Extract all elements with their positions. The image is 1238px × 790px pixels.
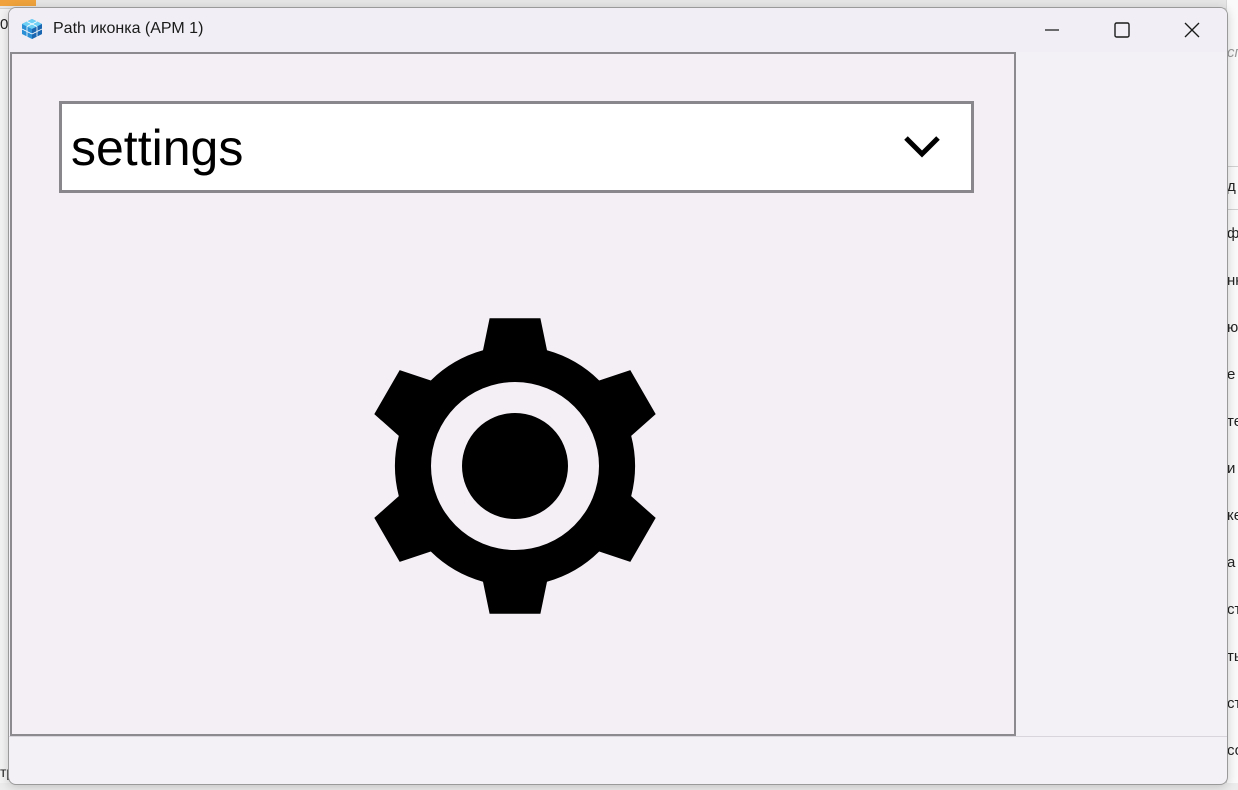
icon-preview-panel: settings bbox=[10, 52, 1016, 736]
background-right-text: е bbox=[1227, 366, 1236, 383]
background-right-text: сп bbox=[1227, 44, 1238, 61]
app-window: Path иконка (АРМ 1) settings bbox=[8, 7, 1228, 785]
background-right-text: те bbox=[1227, 413, 1238, 430]
close-icon bbox=[1184, 22, 1200, 38]
background-right-divider bbox=[1227, 209, 1238, 210]
background-right-text: ть bbox=[1227, 648, 1238, 665]
background-right-text: ст bbox=[1227, 601, 1238, 618]
background-orange-tab bbox=[0, 0, 36, 6]
background-right-text: ке bbox=[1227, 507, 1238, 524]
close-button[interactable] bbox=[1157, 8, 1227, 52]
background-right-text: д bbox=[1227, 178, 1236, 195]
gear-icon-shape bbox=[374, 318, 656, 614]
dropdown-selected-value: settings bbox=[71, 120, 244, 176]
maximize-button[interactable] bbox=[1087, 8, 1157, 52]
status-divider bbox=[9, 736, 1227, 737]
icon-select-dropdown[interactable]: settings bbox=[59, 101, 974, 193]
minimize-button[interactable] bbox=[1017, 8, 1087, 52]
background-right-text: ю bbox=[1227, 319, 1238, 336]
background-right-divider bbox=[1227, 166, 1238, 167]
minimize-icon bbox=[1045, 23, 1059, 37]
maximize-icon bbox=[1114, 22, 1130, 38]
background-right-text: нн bbox=[1227, 272, 1238, 289]
chevron-down-icon bbox=[902, 132, 942, 162]
background-right-text: со bbox=[1227, 742, 1238, 759]
background-right-text: а bbox=[1227, 554, 1236, 571]
title-bar[interactable]: Path иконка (АРМ 1) bbox=[9, 8, 1227, 52]
background-right-text: и bbox=[1227, 460, 1236, 477]
app-cube-icon bbox=[21, 18, 43, 40]
background-right-text: ф bbox=[1227, 225, 1238, 255]
window-title: Path иконка (АРМ 1) bbox=[53, 20, 204, 37]
gear-icon bbox=[360, 311, 670, 621]
background-right-text: ст bbox=[1227, 695, 1238, 712]
